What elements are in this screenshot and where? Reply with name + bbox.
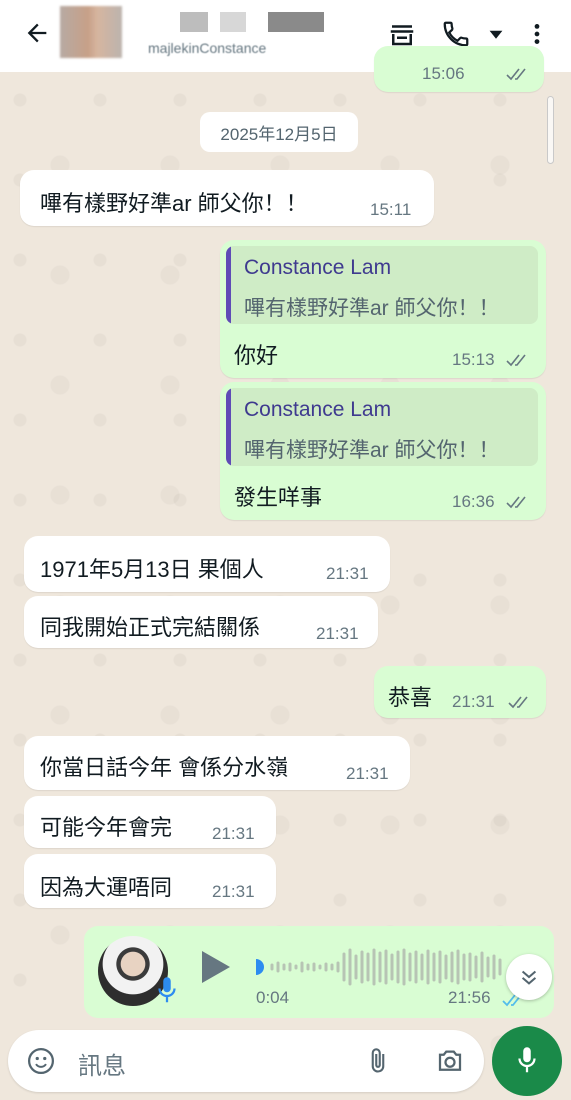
message-time: 15:11 (370, 200, 412, 219)
attach-icon[interactable] (364, 1046, 392, 1076)
message-text: 你當日話今年 會係分水嶺 (40, 755, 289, 780)
quote-text: 嗶有樣野好準ar 師父你！！ (244, 297, 500, 320)
message-input[interactable]: 訊息 (78, 1046, 126, 1081)
message-text: 發生咩事 (234, 485, 323, 510)
message-text: 可能今年會完 (40, 815, 173, 840)
read-ticks-icon (506, 354, 526, 367)
message-bubble-in[interactable]: 1971年5月13日 果個人 21:31 (24, 536, 390, 592)
camera-icon[interactable] (434, 1046, 466, 1076)
message-bubble-out[interactable]: 恭喜 21:31 (374, 666, 546, 718)
scroll-to-bottom-button[interactable] (506, 954, 552, 1000)
voice-progress-dot[interactable] (256, 959, 264, 975)
message-text: 嗶有樣野好準ar 師父你！！ (40, 191, 308, 216)
contact-avatar[interactable] (60, 6, 122, 58)
read-ticks-icon (506, 68, 526, 81)
message-time: 16:36 (452, 492, 495, 511)
message-time: 21:31 (326, 564, 369, 583)
message-text: 同我開始正式完結關係 (40, 615, 261, 640)
message-text: 因為大運唔同 (40, 875, 173, 900)
message-text: 1971年5月13日 果個人 (40, 557, 264, 582)
message-bubble-out[interactable]: Constance Lam 嗶有樣野好準ar 師父你！！ 你好 15:13 (220, 240, 546, 378)
message-bubble-in[interactable]: 你當日話今年 會係分水嶺 21:31 (24, 736, 410, 790)
message-text: 恭喜 (388, 685, 433, 710)
message-time: 15:06 (422, 64, 465, 83)
message-time: 21:31 (346, 764, 389, 783)
message-bubble-in[interactable]: 嗶有樣野好準ar 師父你！！ 15:11 (20, 170, 434, 226)
quoted-message[interactable]: Constance Lam 嗶有樣野好準ar 師父你！！ (226, 246, 538, 324)
quote-text: 嗶有樣野好準ar 師父你！！ (244, 439, 500, 462)
quote-accent-bar (226, 246, 231, 324)
date-chip: 2025年12月5日 (200, 112, 358, 152)
quote-author: Constance Lam (244, 256, 392, 279)
message-time: 15:13 (452, 350, 495, 369)
play-icon[interactable] (198, 948, 232, 986)
record-voice-button[interactable] (492, 1026, 562, 1096)
read-ticks-icon (508, 696, 528, 709)
message-bubble-in[interactable]: 可能今年會完 21:31 (24, 796, 276, 848)
message-composer[interactable]: 訊息 (8, 1030, 484, 1092)
voice-message-bubble[interactable]: 0:04 21:56 (84, 926, 554, 1018)
message-bubble-out[interactable]: Constance Lam 嗶有樣野好準ar 師父你！！ 發生咩事 16:36 (220, 382, 546, 520)
quoted-message[interactable]: Constance Lam 嗶有樣野好準ar 師父你！！ (226, 388, 538, 466)
double-chevron-down-icon (521, 970, 537, 985)
emoji-sticker-icon[interactable] (26, 1046, 56, 1076)
quote-author: Constance Lam (244, 398, 392, 421)
message-bubble-in[interactable]: 因為大運唔同 21:31 (24, 854, 276, 908)
message-time: 21:31 (212, 882, 255, 901)
mic-icon (518, 1047, 536, 1073)
message-time: 21:56 (448, 988, 491, 1007)
quote-accent-bar (226, 388, 231, 466)
message-bubble-in[interactable]: 同我開始正式完結關係 21:31 (24, 596, 378, 648)
mic-icon (158, 977, 176, 1003)
message-time: 21:31 (212, 824, 255, 843)
message-time: 21:31 (452, 692, 495, 711)
scrollbar[interactable] (547, 96, 554, 164)
read-ticks-icon (506, 496, 526, 509)
back-arrow-icon[interactable] (20, 16, 54, 50)
message-time: 21:31 (316, 624, 359, 643)
voice-waveform[interactable] (256, 946, 512, 988)
message-text: 你好 (234, 343, 279, 368)
voice-duration: 0:04 (256, 988, 290, 1007)
contact-name-redacted[interactable] (150, 8, 330, 34)
partial-message-bubble[interactable]: 15:06 (374, 46, 544, 92)
contact-subtitle: majlekinConstance (148, 40, 267, 56)
